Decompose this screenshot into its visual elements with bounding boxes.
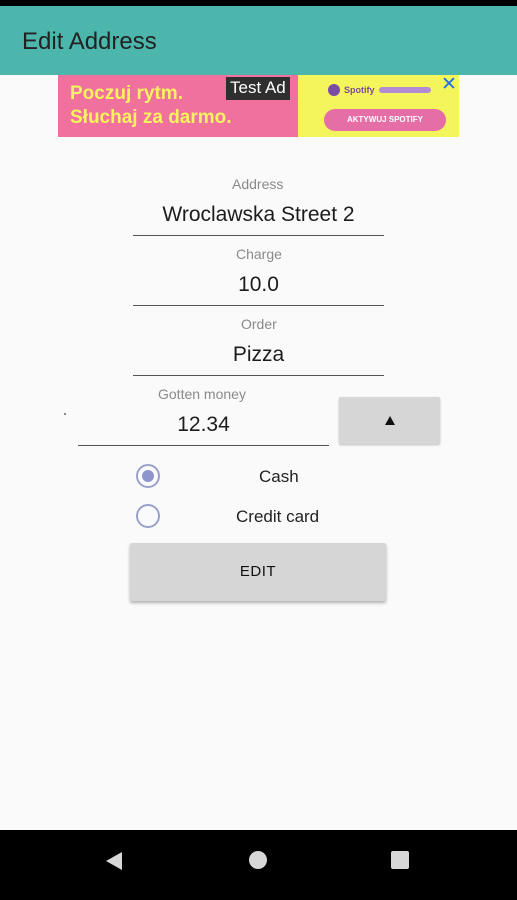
ad-headline-line2: Słuchaj za darmo. bbox=[70, 107, 232, 128]
back-icon[interactable] bbox=[106, 852, 122, 870]
app-bar: Edit Address bbox=[0, 6, 517, 75]
home-icon[interactable] bbox=[249, 851, 267, 869]
arrow-up-icon bbox=[384, 416, 395, 425]
credit-card-radio[interactable] bbox=[136, 504, 160, 528]
gotten-money-input[interactable]: 12.34 bbox=[78, 406, 329, 446]
cash-radio[interactable] bbox=[136, 464, 160, 488]
gotten-money-label: Gotten money bbox=[158, 386, 246, 402]
stray-dot bbox=[64, 413, 66, 415]
address-label: Address bbox=[232, 176, 284, 192]
app-title: Edit Address bbox=[22, 28, 157, 55]
cash-label[interactable]: Cash bbox=[259, 467, 299, 487]
close-icon[interactable]: ✕ bbox=[439, 75, 459, 95]
content-area: Poczuj rytm. Słuchaj za darmo. Test Ad S… bbox=[0, 75, 517, 830]
spotify-logo-icon bbox=[328, 84, 340, 96]
credit-card-label[interactable]: Credit card bbox=[236, 507, 319, 527]
navigation-bar bbox=[0, 830, 517, 900]
ad-brand-row: Spotify bbox=[328, 83, 431, 97]
increment-button[interactable] bbox=[339, 397, 440, 444]
recents-icon[interactable] bbox=[391, 851, 409, 869]
ad-banner[interactable]: Poczuj rytm. Słuchaj za darmo. Test Ad S… bbox=[58, 75, 459, 137]
order-input[interactable]: Pizza bbox=[133, 336, 384, 376]
ad-cta-button[interactable]: AKTYWUJ SPOTIFY bbox=[324, 109, 446, 131]
address-input[interactable]: Wroclawska Street 2 bbox=[133, 196, 384, 236]
ad-image-panel: Poczuj rytm. Słuchaj za darmo. Test Ad bbox=[58, 75, 298, 137]
ad-test-label: Test Ad bbox=[226, 77, 290, 100]
ad-brand-tagline bbox=[378, 87, 431, 93]
charge-input[interactable]: 10.0 bbox=[133, 266, 384, 306]
ad-brand: Spotify bbox=[344, 85, 375, 95]
ad-headline-line1: Poczuj rytm. bbox=[70, 83, 183, 104]
order-label: Order bbox=[241, 316, 277, 332]
charge-label: Charge bbox=[236, 246, 282, 262]
edit-button[interactable]: EDIT bbox=[130, 543, 386, 601]
